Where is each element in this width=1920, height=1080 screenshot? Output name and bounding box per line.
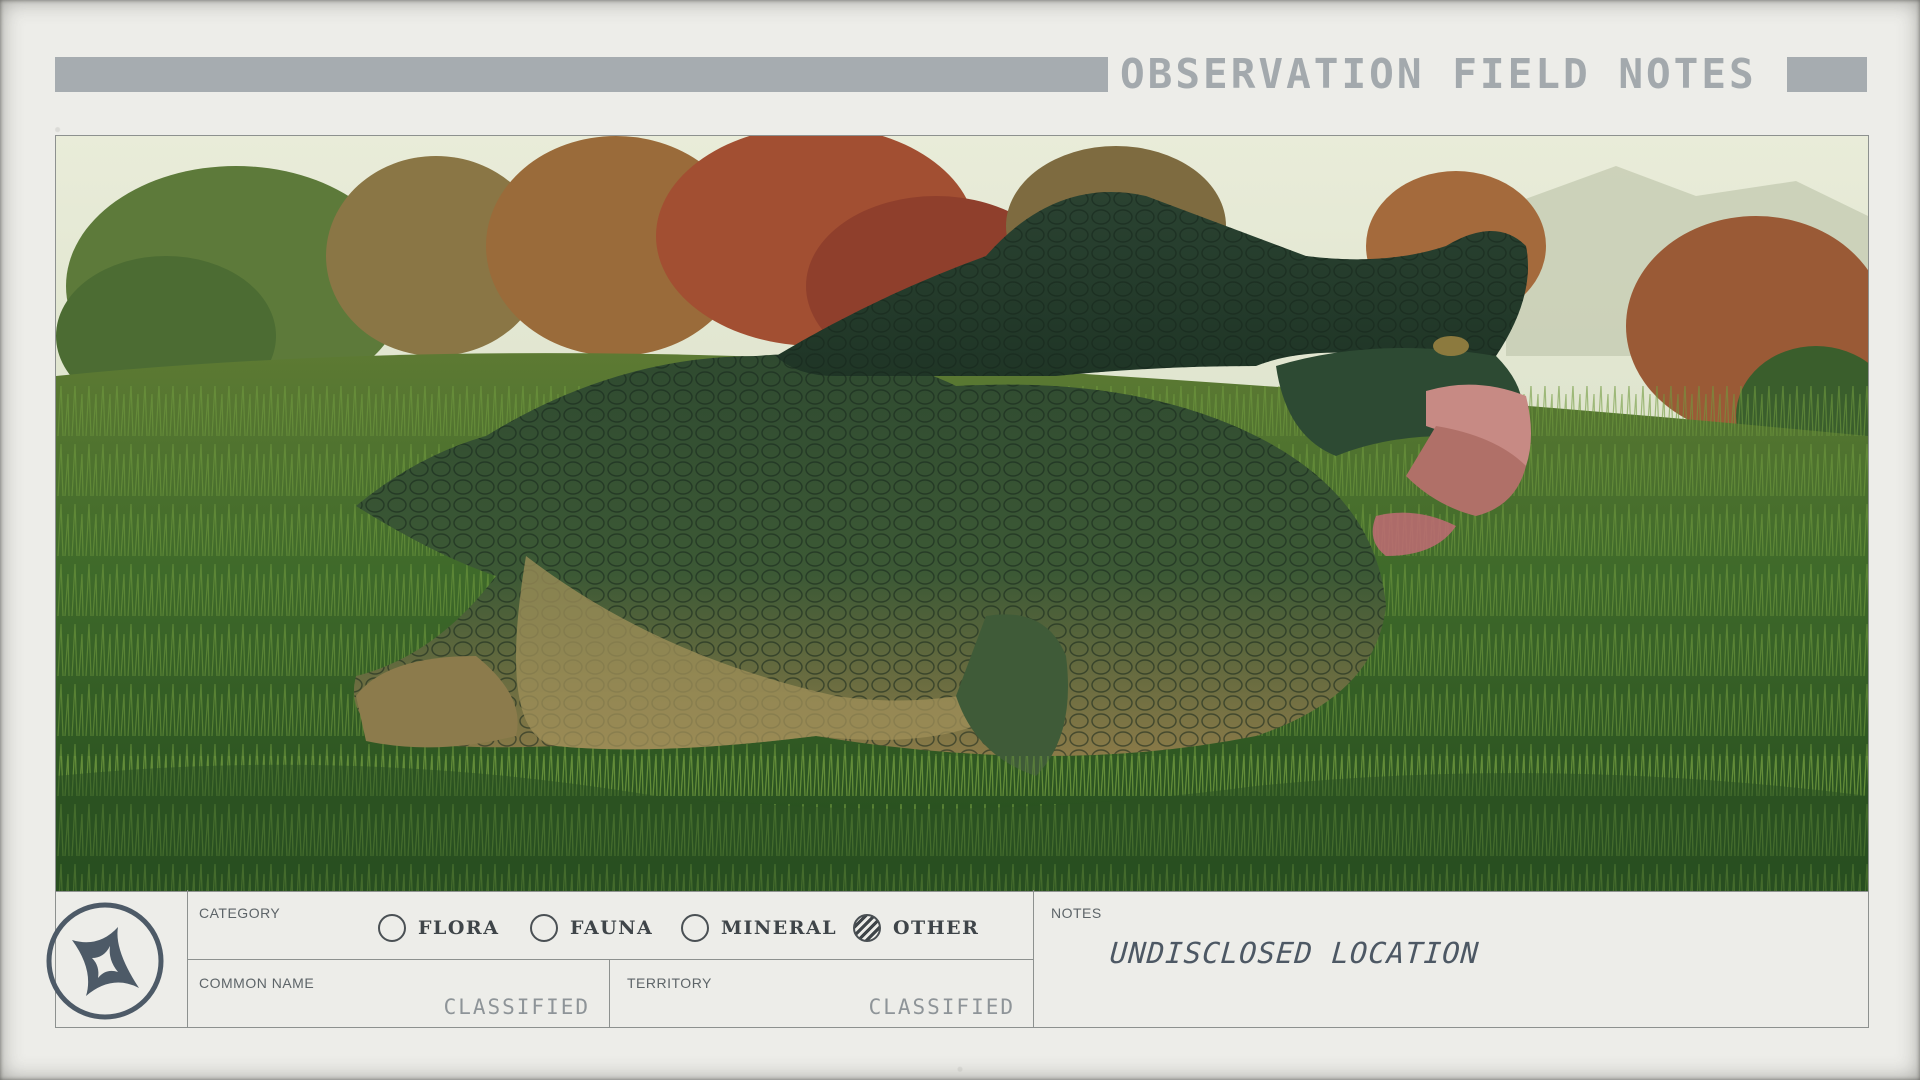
notes-value: UNDISCLOSED LOCATION (1108, 936, 1481, 970)
category-option-fauna[interactable]: FAUNA (530, 911, 653, 945)
category-label: CATEGORY (199, 905, 281, 921)
category-option-label: FAUNA (570, 917, 654, 939)
common-name-label: COMMON NAME (199, 975, 315, 991)
territory-value: CLASSIFIED (868, 995, 1015, 1019)
divider-row (187, 959, 1033, 960)
category-option-label: FLORA (418, 917, 500, 939)
constellation-star-icon (44, 900, 166, 1022)
notes-label: NOTES (1051, 905, 1102, 921)
category-option-flora[interactable]: FLORA (378, 911, 499, 945)
creature-photo (55, 135, 1869, 892)
territory-label: TERRITORY (627, 975, 712, 991)
category-option-label: OTHER (893, 917, 980, 939)
common-name-value: CLASSIFIED (443, 995, 590, 1019)
radio-fauna[interactable] (530, 914, 558, 942)
category-option-mineral[interactable]: MINERAL (681, 911, 837, 945)
radio-flora[interactable] (378, 914, 406, 942)
divider-territory (609, 959, 610, 1027)
field-notes-card: OBSERVATION FIELD NOTES CATEGORY FLORA F… (0, 0, 1920, 1080)
divider-notes (1033, 890, 1034, 1027)
header-bar-left (55, 57, 1108, 92)
radio-mineral[interactable] (681, 914, 709, 942)
category-option-label: MINERAL (721, 917, 838, 939)
category-option-other[interactable]: OTHER (853, 911, 979, 945)
page-title: OBSERVATION FIELD NOTES (1120, 50, 1757, 98)
radio-other[interactable] (853, 914, 881, 942)
header-bar-right (1787, 57, 1867, 92)
